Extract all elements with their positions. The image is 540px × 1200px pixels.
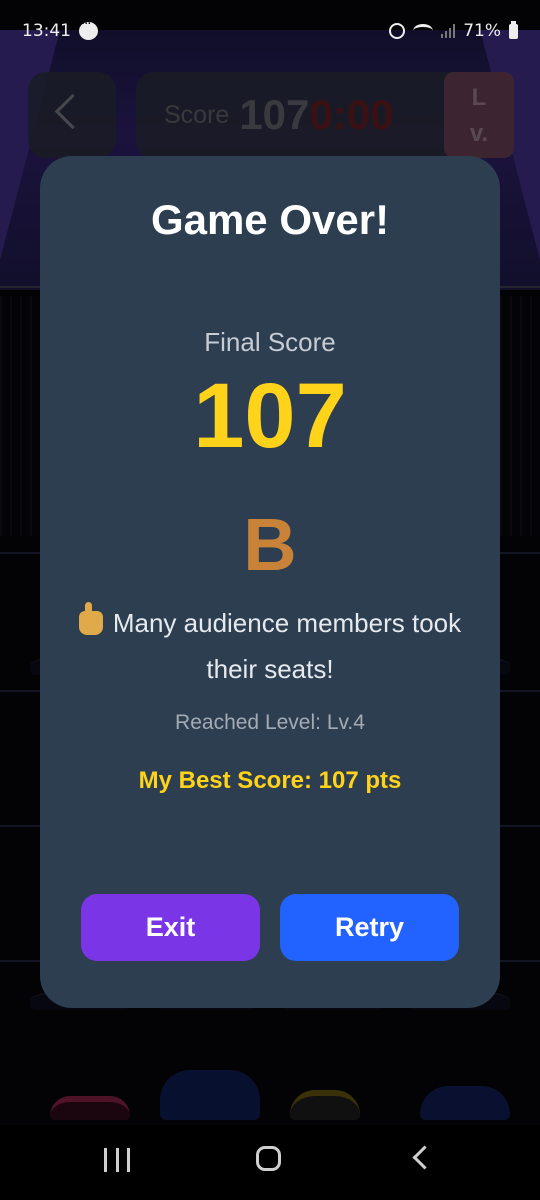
result-message-text: Many audience members took their seats! (112, 608, 462, 684)
exit-button[interactable]: Exit (81, 894, 260, 961)
battery-icon (509, 20, 518, 39)
status-time: 13:41 (22, 21, 71, 41)
final-score-value: 107 (193, 365, 347, 467)
final-score-label: Final Score (204, 327, 336, 357)
best-score: My Best Score: 107 pts (138, 767, 402, 794)
home-icon[interactable] (256, 1146, 281, 1171)
status-bar: 13:41 71% (0, 0, 540, 62)
grade-letter: B (243, 503, 297, 586)
reached-level: Reached Level: Lv.4 (175, 711, 365, 734)
dialog-title: Game Over! (150, 196, 390, 243)
alarm-icon (389, 23, 406, 39)
back-icon[interactable] (412, 1145, 437, 1170)
system-nav-bar (0, 1125, 540, 1200)
result-message: Many audience members took their seats! (70, 600, 470, 692)
recent-apps-icon[interactable] (104, 1148, 130, 1172)
thumbs-up-icon (78, 602, 103, 635)
chat-bubble-icon (79, 17, 98, 40)
signal-icon (441, 24, 456, 38)
battery-percent: 71% (463, 21, 501, 41)
wifi-icon (413, 24, 434, 38)
retry-button[interactable]: Retry (280, 894, 459, 961)
